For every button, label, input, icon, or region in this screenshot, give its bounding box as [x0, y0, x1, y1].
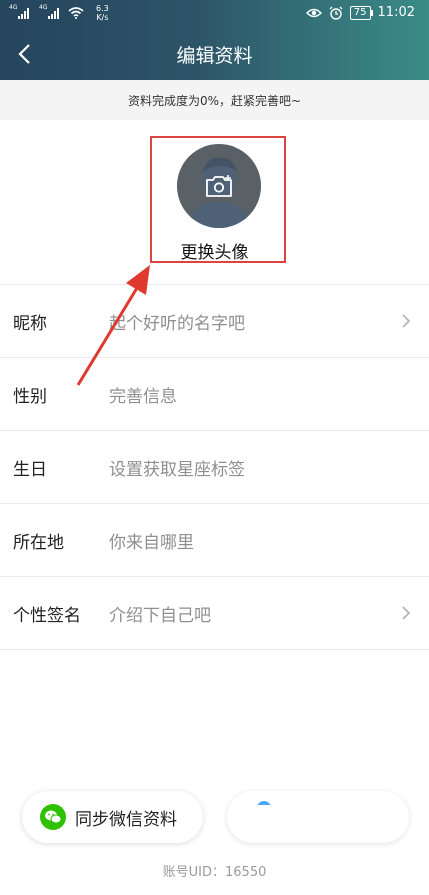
row-label: 生日 [13, 459, 47, 480]
row-label: 性别 [13, 386, 47, 407]
signature-row[interactable]: 个性签名 介绍下自己吧 [0, 577, 429, 650]
chevron-right-icon [402, 314, 411, 328]
birthday-row[interactable]: 生日 设置获取星座标签 [0, 431, 429, 504]
net-speed-unit: K/s [96, 13, 109, 22]
sync-qq-button[interactable] [227, 791, 409, 843]
sync-wechat-button[interactable]: 同步微信资料 [22, 791, 203, 843]
gender-placeholder: 完善信息 [109, 386, 177, 407]
signal-icon: 4G [9, 4, 32, 19]
clock: 11:02 [377, 5, 415, 20]
title-bar: 编辑资料 [0, 28, 429, 80]
highlight-box [150, 136, 286, 263]
net-speed: 6.3 K/s [96, 4, 109, 22]
signal-icon: 4G [39, 4, 62, 19]
obscured-overlay [227, 805, 409, 843]
location-placeholder: 你来自哪里 [109, 532, 194, 553]
row-label: 昵称 [13, 313, 47, 334]
status-bar: 4G 4G 6.3 K/s 75 11:02 [0, 0, 429, 28]
tip-text: 资料完成度为0%，赶紧完善吧~ [127, 93, 302, 108]
wifi-icon [68, 7, 84, 19]
net-speed-value: 6.3 [96, 4, 109, 13]
chevron-right-icon [402, 606, 411, 620]
signal-tag: 4G [39, 4, 48, 11]
battery-indicator: 75 [349, 5, 373, 20]
signal-tag: 4G [9, 4, 18, 11]
gender-row[interactable]: 性别 完善信息 [0, 358, 429, 431]
account-uid: 账号UID：16550 [162, 865, 267, 880]
row-label: 所在地 [13, 532, 64, 553]
sync-wechat-label: 同步微信资料 [75, 809, 177, 830]
signature-placeholder: 介绍下自己吧 [109, 605, 211, 626]
wechat-icon [40, 804, 66, 830]
app-header: 4G 4G 6.3 K/s 75 11:02 编辑资料 [0, 0, 429, 80]
status-left: 4G 4G 6.3 K/s [9, 4, 109, 22]
birthday-placeholder: 设置获取星座标签 [109, 459, 245, 480]
row-label: 个性签名 [13, 605, 81, 626]
eye-icon [305, 8, 322, 17]
profile-completion-tip: 资料完成度为0%，赶紧完善吧~ [0, 80, 429, 120]
status-right: 75 11:02 [305, 5, 415, 20]
alarm-icon [329, 6, 343, 20]
page-title: 编辑资料 [176, 45, 253, 67]
nickname-row[interactable]: 昵称 起个好听的名字吧 [0, 285, 429, 358]
location-row[interactable]: 所在地 你来自哪里 [0, 504, 429, 577]
profile-form: 昵称 起个好听的名字吧 性别 完善信息 生日 设置获取星座标签 所在地 你来自哪… [0, 284, 429, 650]
nickname-placeholder: 起个好听的名字吧 [109, 313, 245, 334]
